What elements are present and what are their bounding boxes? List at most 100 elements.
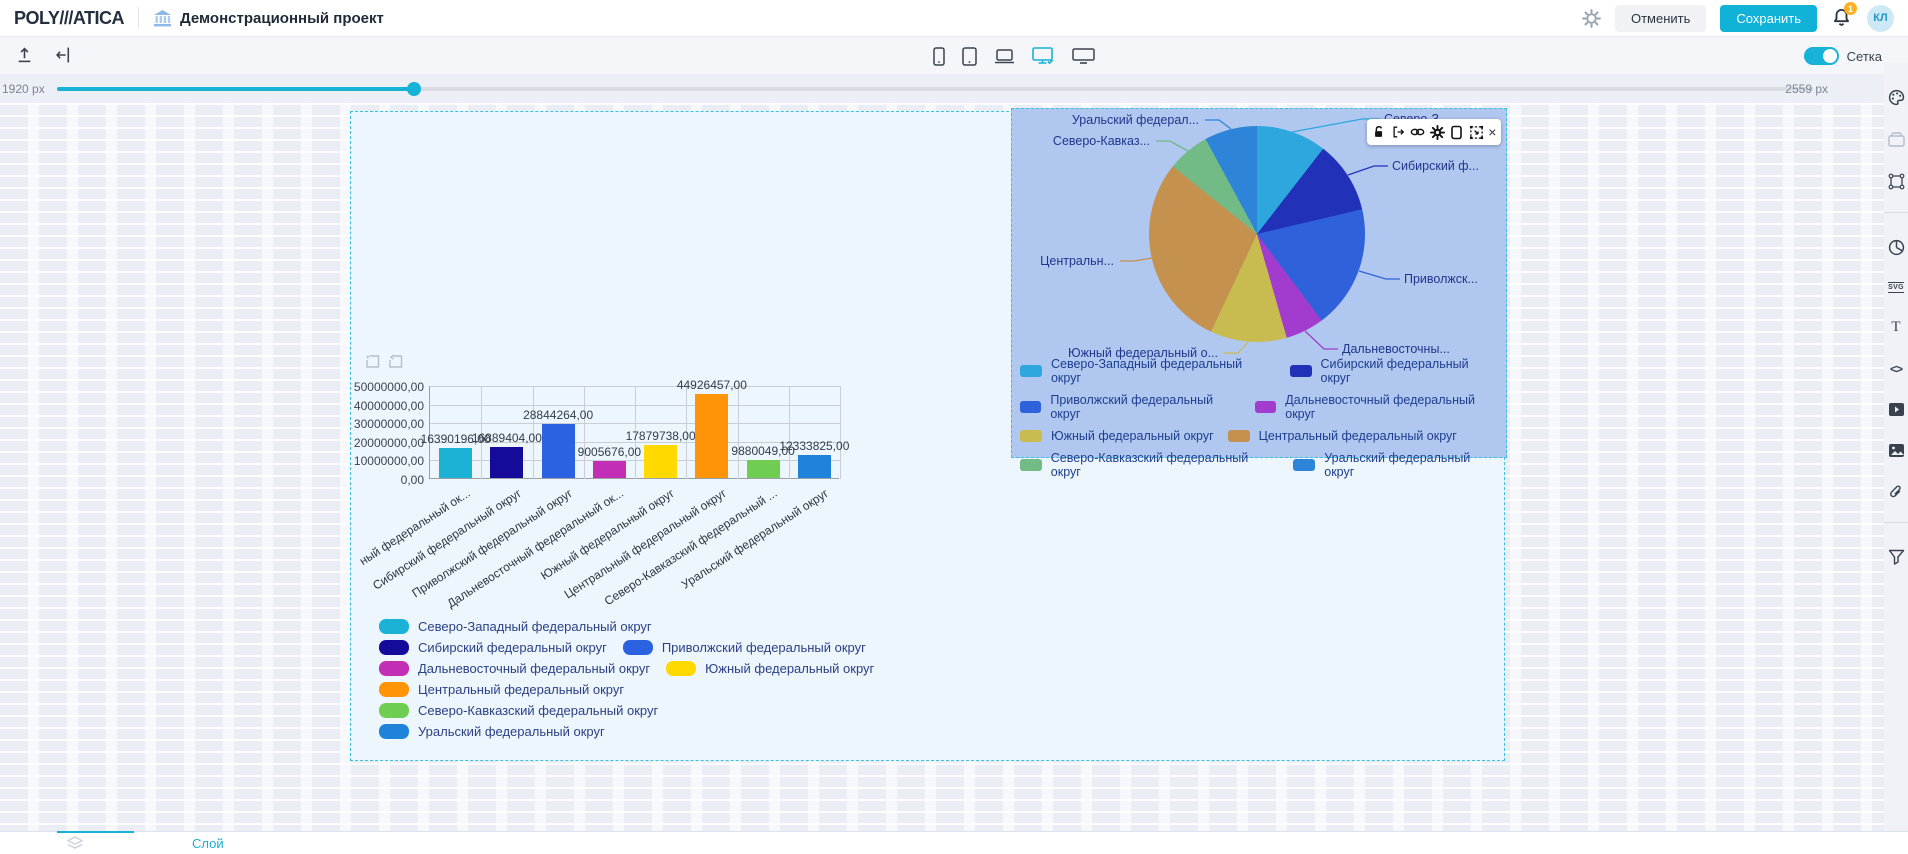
close-icon[interactable]: × <box>1488 125 1496 139</box>
notification-badge: 1 <box>1844 2 1857 15</box>
grid-toggle-label: Сетка <box>1847 49 1882 64</box>
legend-label: Центральный федеральный округ <box>1259 429 1457 443</box>
insert-left-icon[interactable] <box>55 46 72 64</box>
device-phone-icon[interactable] <box>933 47 945 66</box>
y-tick-label: 40000000,00 <box>354 399 424 413</box>
app-header: POLY///ATICA Демонстрационный проект Отм… <box>0 0 1908 37</box>
avatar[interactable]: КЛ <box>1867 5 1894 32</box>
widgets-tray-icon[interactable] <box>1888 132 1905 147</box>
bar-chart-y-axis: 50000000,0040000000,0030000000,002000000… <box>351 386 426 486</box>
pie-chart[interactable] <box>1149 126 1365 342</box>
sidebar-divider <box>1884 212 1908 213</box>
export-icon[interactable] <box>1391 125 1406 140</box>
transform-icon[interactable] <box>1469 125 1484 140</box>
image-tool-icon[interactable] <box>1888 443 1905 458</box>
link-icon[interactable] <box>1410 125 1425 140</box>
legend-label: Северо-Кавказский федеральный округ <box>1051 451 1280 479</box>
bar-3[interactable] <box>593 461 626 478</box>
unlock-icon[interactable] <box>1371 125 1386 140</box>
code-tool-icon[interactable]: <> <box>1890 362 1902 376</box>
legend-swatch <box>379 640 409 655</box>
y-tick-label: 50000000,00 <box>354 380 424 394</box>
legend-label: Южный федеральный округ <box>705 661 874 676</box>
legend-label: Северо-Западный федеральный округ <box>1051 357 1276 385</box>
dashboard-canvas[interactable]: 50000000,0040000000,0030000000,002000000… <box>0 103 1884 831</box>
pie-slice-label: Центральн... <box>1040 254 1114 268</box>
chart-undo-icon[interactable] <box>388 354 404 369</box>
legend-item[interactable]: Дальневосточный федеральный округ <box>379 661 650 676</box>
legend-label: Дальневосточный федеральный округ <box>1285 393 1502 421</box>
legend-item[interactable]: Южный федеральный округ <box>666 661 874 676</box>
text-tool-icon[interactable]: T <box>1891 319 1900 336</box>
sidebar-divider <box>1884 522 1908 523</box>
bar-chart-widget[interactable]: 50000000,0040000000,0030000000,002000000… <box>350 111 1505 761</box>
legend-item[interactable]: Южный федеральный округ <box>1020 429 1214 443</box>
legend-item[interactable]: Уральский федеральный округ <box>1293 451 1502 479</box>
bar-chart-legend: Северо-Западный федеральный округ Сибирск… <box>379 619 874 739</box>
width-slider[interactable] <box>57 87 1813 91</box>
bar-1[interactable] <box>490 447 523 478</box>
copy-icon[interactable] <box>1449 125 1464 140</box>
legend-swatch <box>1020 430 1042 442</box>
bar-value-label: 12333825,00 <box>779 439 849 453</box>
legend-item[interactable]: Северо-Западный федеральный округ <box>379 619 652 634</box>
legend-label: Южный федеральный округ <box>1051 429 1214 443</box>
legend-label: Уральский федеральный округ <box>418 724 605 739</box>
device-desktop-icon-active[interactable] <box>1032 47 1055 66</box>
bar-chart-x-axis: ный федеральный ок...Сибирский федеральн… <box>429 480 839 600</box>
cancel-button[interactable]: Отменить <box>1615 5 1706 32</box>
pie-slice-label: Дальневосточны... <box>1342 342 1450 356</box>
bar-5[interactable] <box>695 394 728 478</box>
page-title: Демонстрационный проект <box>180 10 384 27</box>
bar-7[interactable] <box>798 455 831 478</box>
pie-chart-widget-selected[interactable]: Северо-З...Сибирский ф...Приволжск...Дал… <box>1011 108 1507 458</box>
frame-icon[interactable] <box>1888 173 1905 190</box>
layers-icon[interactable] <box>66 836 84 851</box>
slider-max-label: 2559 px <box>1785 82 1828 96</box>
video-tool-icon[interactable] <box>1888 402 1905 417</box>
chart-export-icon[interactable] <box>365 354 381 369</box>
legend-item[interactable]: Сибирский федеральный округ <box>379 640 607 655</box>
attachment-icon[interactable] <box>1888 484 1904 500</box>
gear-icon[interactable] <box>1582 9 1601 28</box>
tab-layer[interactable]: Слой <box>192 836 224 851</box>
pie-chart-tool-icon[interactable] <box>1888 239 1905 256</box>
notifications-bell-icon[interactable]: 1 <box>1831 7 1853 29</box>
legend-item[interactable]: Уральский федеральный округ <box>379 724 605 739</box>
legend-item[interactable]: Северо-Кавказский федеральный округ <box>1020 451 1279 479</box>
settings-gear-icon[interactable] <box>1430 125 1445 140</box>
legend-label: Центральный федеральный округ <box>418 682 624 697</box>
canvas-width-slider-row: 1920 px 2559 px <box>0 75 1908 103</box>
filter-funnel-icon[interactable] <box>1888 549 1905 565</box>
slider-handle[interactable] <box>407 82 421 96</box>
legend-label: Приволжский федеральный округ <box>662 640 866 655</box>
legend-swatch <box>1290 365 1312 377</box>
legend-swatch <box>1228 430 1250 442</box>
palette-icon[interactable] <box>1888 89 1905 106</box>
legend-item[interactable]: Приволжский федеральный округ <box>623 640 866 655</box>
legend-item[interactable]: Центральный федеральный округ <box>1228 429 1457 443</box>
device-laptop-icon[interactable] <box>994 49 1015 66</box>
device-widescreen-icon[interactable] <box>1072 48 1095 66</box>
legend-item[interactable]: Сибирский федеральный округ <box>1290 357 1502 385</box>
upload-icon[interactable] <box>16 46 33 64</box>
svg-tool-icon[interactable]: SVG <box>1888 282 1904 293</box>
y-tick-label: 0,00 <box>401 473 424 487</box>
grid-toggle[interactable] <box>1804 47 1839 65</box>
legend-item[interactable]: Дальневосточный федеральный округ <box>1255 393 1502 421</box>
bar-0[interactable] <box>439 448 472 478</box>
project-bank-icon <box>153 10 172 27</box>
device-tablet-icon[interactable] <box>962 47 977 66</box>
bar-value-label: 9005676,00 <box>578 445 641 459</box>
legend-item[interactable]: Северо-Кавказский федеральный округ <box>379 703 658 718</box>
legend-item[interactable]: Центральный федеральный округ <box>379 682 624 697</box>
legend-item[interactable]: Северо-Западный федеральный округ <box>1020 357 1276 385</box>
bar-2[interactable] <box>542 424 575 478</box>
save-button[interactable]: Сохранить <box>1720 5 1817 32</box>
bar-4[interactable] <box>644 445 677 478</box>
chart-widget-controls <box>365 354 404 369</box>
pie-slice-label: Уральский федерал... <box>1072 113 1199 127</box>
legend-item[interactable]: Приволжский федеральный округ <box>1020 393 1241 421</box>
header-divider <box>138 7 139 29</box>
bar-6[interactable] <box>747 460 780 478</box>
